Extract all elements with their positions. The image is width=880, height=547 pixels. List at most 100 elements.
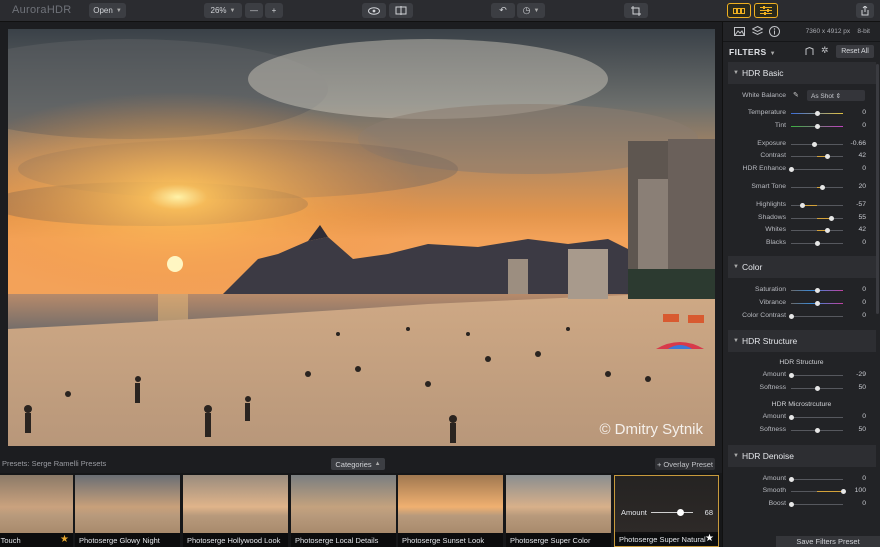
slider-knob[interactable] [814, 111, 820, 116]
slider-label: Blacks [765, 239, 786, 247]
slider-knob[interactable] [788, 476, 794, 482]
preset-thumbnail[interactable]: Photoserge Super Color [506, 475, 611, 547]
slider-knob[interactable] [825, 154, 831, 160]
slider-value: 50 [858, 425, 866, 433]
slider-track[interactable] [791, 228, 843, 234]
amount-knob[interactable] [676, 509, 684, 516]
preset-amount-slider[interactable]: Amount 68 [621, 508, 713, 517]
slider-track[interactable] [788, 313, 843, 319]
slider-track[interactable] [788, 414, 843, 420]
image-icon[interactable] [734, 27, 745, 36]
categories-button[interactable]: Categories ▲ [331, 458, 385, 470]
compare-button[interactable] [389, 3, 413, 18]
top-toolbar: AuroraHDR Open ▼ 26% ▼ — + ↶ ◷ ▼ [0, 0, 880, 22]
section-header[interactable]: ▼ HDR Basic [728, 62, 876, 84]
mask-icon[interactable] [805, 47, 814, 56]
slider-value: 0 [862, 109, 866, 116]
slider-track[interactable] [788, 373, 843, 379]
preview-button[interactable] [362, 3, 386, 18]
slider-knob[interactable] [788, 167, 794, 173]
slider-knob[interactable] [814, 241, 820, 247]
slider-track[interactable] [791, 215, 843, 221]
history-button[interactable]: ◷ ▼ [517, 3, 545, 18]
zoom-in-button[interactable]: + [265, 3, 283, 18]
slider-knob[interactable] [788, 313, 794, 319]
slider-label: Softness [759, 384, 786, 392]
slider-track[interactable] [788, 502, 843, 508]
open-button[interactable]: Open ▼ [89, 3, 126, 18]
section-title: HDR Structure [742, 336, 798, 347]
slider-knob[interactable] [840, 489, 846, 495]
undo-button[interactable]: ↶ [491, 3, 515, 18]
star-icon[interactable]: ★ [60, 534, 69, 545]
gear-icon[interactable]: ✲ [821, 45, 829, 56]
section-header[interactable]: ▼ HDR Denoise [728, 444, 876, 467]
slider-knob[interactable] [788, 502, 794, 508]
slider-value: 0 [862, 165, 866, 173]
slider-knob[interactable] [799, 202, 805, 208]
chevron-down-icon: ▼ [769, 51, 776, 57]
slider-knob[interactable] [814, 427, 820, 433]
slider-track[interactable] [788, 476, 843, 482]
amount-track[interactable] [651, 509, 693, 516]
slider-track[interactable] [791, 154, 843, 160]
slider-knob[interactable] [819, 184, 825, 190]
preset-thumbnail[interactable]: ge Final Touch★ [0, 475, 73, 547]
slider-track[interactable] [791, 111, 843, 116]
slider-knob[interactable] [825, 228, 831, 234]
adjustments-toggle-button[interactable] [754, 3, 778, 18]
slider-track[interactable] [791, 427, 843, 433]
slider-track[interactable] [791, 123, 843, 129]
star-icon[interactable]: ★ [705, 533, 714, 544]
crop-icon [631, 5, 641, 16]
save-filters-preset-button[interactable]: Save Filters Preset [776, 536, 880, 547]
slider-knob[interactable] [814, 386, 820, 392]
white-balance-select[interactable]: As Shot ⇕ [807, 90, 865, 101]
slider-value: 100 [854, 487, 866, 495]
open-button-label: Open [93, 6, 113, 15]
slider-knob[interactable] [814, 123, 820, 129]
zoom-out-button[interactable]: — [245, 3, 263, 18]
slider-track[interactable] [791, 202, 843, 208]
info-icon[interactable] [769, 26, 780, 37]
photo-canvas[interactable]: © Dmitry Sytnik [8, 29, 715, 446]
preset-thumbnail[interactable]: Photoserge Glowy Night [75, 475, 180, 547]
share-button[interactable] [856, 3, 874, 18]
section-header[interactable]: ▼ Color [728, 255, 876, 278]
slider-label: Amount [762, 371, 786, 379]
slider-track[interactable] [791, 287, 843, 293]
slider-value: 55 [858, 213, 866, 221]
reset-all-button[interactable]: Reset All [836, 45, 874, 58]
slider-knob[interactable] [788, 373, 794, 379]
preset-thumbnail[interactable]: Photoserge Sunset Look [398, 475, 503, 547]
slider-track[interactable] [791, 141, 843, 147]
preset-name: Photoserge Hollywood Look [183, 533, 288, 547]
slider-knob[interactable] [814, 300, 820, 306]
slider-track[interactable] [791, 489, 846, 495]
slider-track[interactable] [791, 386, 843, 392]
split-compare-icon [395, 6, 407, 15]
slider-track[interactable] [791, 184, 843, 190]
slider-track[interactable] [791, 300, 843, 306]
eyedropper-icon[interactable]: ✎ [793, 91, 799, 99]
slider-track[interactable] [788, 167, 843, 173]
slider-knob[interactable] [788, 414, 794, 420]
preset-thumbnail[interactable]: Amount 68 Photoserge Super Natural ★ [614, 475, 719, 547]
slider-row: Exposure -0.66 [723, 138, 880, 151]
preset-thumbnail[interactable]: Photoserge Hollywood Look [183, 475, 288, 547]
slider-row: Saturation 0 [723, 284, 880, 297]
zoom-select[interactable]: 26% ▼ [204, 3, 242, 18]
slider-value: 42 [858, 226, 866, 234]
slider-knob[interactable] [829, 215, 835, 221]
slider-track[interactable] [791, 241, 843, 247]
presets-toggle-button[interactable] [727, 3, 751, 18]
layers-icon[interactable] [752, 26, 763, 37]
section-header[interactable]: ▼ HDR Structure [728, 330, 876, 353]
overlay-preset-button[interactable]: + Overlay Preset [655, 458, 715, 470]
slider-knob[interactable] [811, 141, 817, 147]
slider-value: 0 [862, 311, 866, 319]
preset-thumbnail[interactable]: Photoserge Local Details [291, 475, 396, 547]
filters-dropdown[interactable]: FILTERS ▼ [729, 47, 776, 57]
slider-knob[interactable] [814, 287, 820, 293]
crop-button[interactable] [624, 3, 648, 18]
